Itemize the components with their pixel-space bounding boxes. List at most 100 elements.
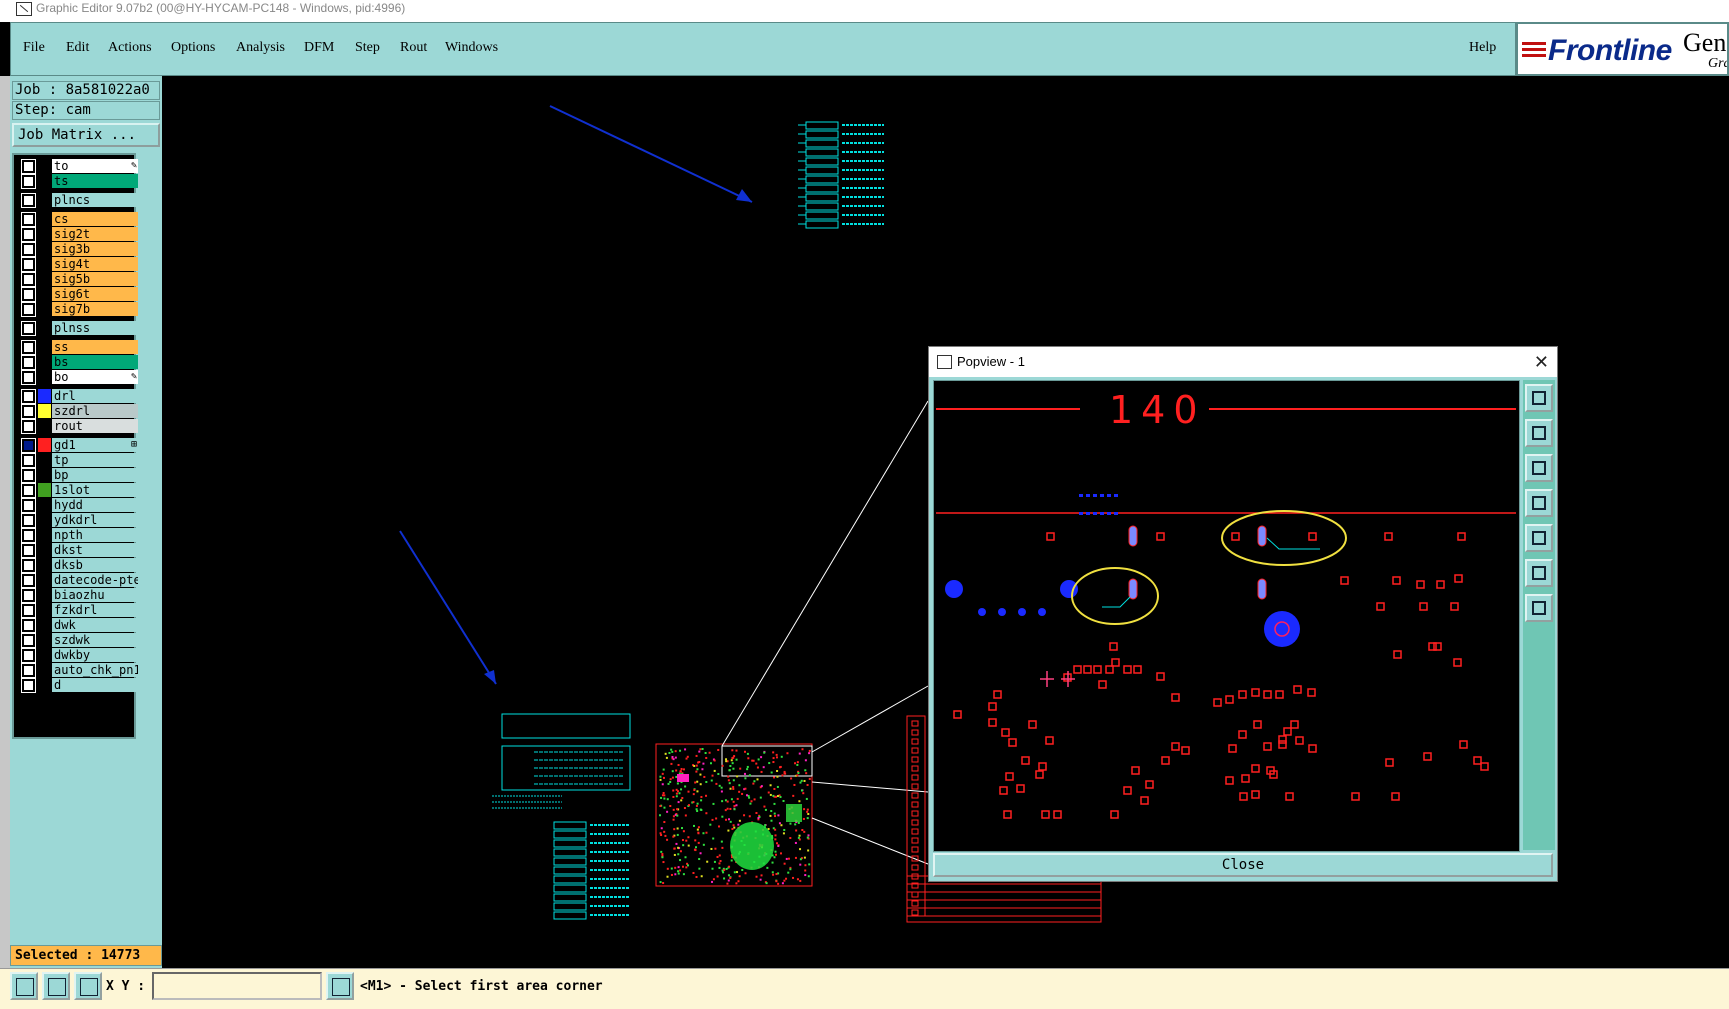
layer-checkbox[interactable] (22, 484, 35, 497)
layer-checkbox[interactable] (22, 228, 35, 241)
menu-file[interactable]: File (23, 40, 45, 56)
layer-row-sig5b[interactable]: sig5b (18, 272, 138, 287)
layer-name[interactable]: d (52, 678, 138, 692)
layer-name[interactable]: npth (52, 528, 138, 542)
layer-row-szdwk[interactable]: szdwk (18, 633, 138, 648)
layer-row-bo[interactable]: bo ✎ (18, 370, 138, 385)
measure-button[interactable] (10, 972, 38, 1000)
layer-name[interactable]: sig7b (52, 302, 138, 316)
layer-row-hydd[interactable]: hydd (18, 498, 138, 513)
layer-checkbox[interactable] (22, 604, 35, 617)
layer-name[interactable]: datecode-pte (52, 573, 138, 587)
pan-up-button[interactable] (1525, 419, 1553, 447)
layer-checkbox[interactable] (22, 439, 35, 452)
menu-edit[interactable]: Edit (66, 40, 89, 56)
layer-checkbox[interactable] (22, 529, 35, 542)
layer-name[interactable]: dwk (52, 618, 138, 632)
job-matrix-button[interactable]: Job Matrix ... (12, 123, 160, 147)
layer-name[interactable]: to ✎ (52, 159, 138, 173)
layer-row-sig6t[interactable]: sig6t (18, 287, 138, 302)
xy-apply-button[interactable] (326, 972, 354, 1000)
layer-name[interactable]: bo ✎ (52, 370, 138, 384)
menu-actions[interactable]: Actions (108, 40, 152, 56)
layer-checkbox[interactable] (22, 664, 35, 677)
layer-name[interactable]: hydd (52, 498, 138, 512)
layer-name[interactable]: dwkby (52, 648, 138, 662)
layer-row-sig2t[interactable]: sig2t (18, 227, 138, 242)
layer-row-1slot[interactable]: 1slot (18, 483, 138, 498)
zoom-window-button[interactable] (1525, 384, 1553, 412)
layer-checkbox[interactable] (22, 679, 35, 692)
layer-checkbox[interactable] (22, 499, 35, 512)
menu-options[interactable]: Options (171, 40, 215, 56)
layer-name[interactable]: bp (52, 468, 138, 482)
layer-name[interactable]: sig6t (52, 287, 138, 301)
layer-name[interactable]: ydkdrl (52, 513, 138, 527)
layer-checkbox[interactable] (22, 544, 35, 557)
layer-row-biaozhu[interactable]: biaozhu (18, 588, 138, 603)
layer-row-ss[interactable]: ss (18, 340, 138, 355)
layer-checkbox[interactable] (22, 273, 35, 286)
layer-checkbox[interactable] (22, 303, 35, 316)
layer-name[interactable]: bs (52, 355, 138, 369)
layer-name[interactable]: tp (52, 453, 138, 467)
layer-name[interactable]: plncs (52, 193, 138, 207)
layer-row-rout[interactable]: rout (18, 419, 138, 434)
layer-name[interactable]: sig5b (52, 272, 138, 286)
layer-row-dksb[interactable]: dksb (18, 558, 138, 573)
layer-name[interactable]: sig4t (52, 257, 138, 271)
layer-row-ydkdrl[interactable]: ydkdrl (18, 513, 138, 528)
layer-name[interactable]: sig3b (52, 242, 138, 256)
layer-checkbox[interactable] (22, 213, 35, 226)
layer-row-fzkdrl[interactable]: fzkdrl (18, 603, 138, 618)
menu-windows[interactable]: Windows (445, 40, 498, 56)
layer-row-szdrl[interactable]: szdrl (18, 404, 138, 419)
layer-checkbox[interactable] (22, 194, 35, 207)
zoom-home-button[interactable] (1525, 594, 1553, 622)
layer-checkbox[interactable] (22, 322, 35, 335)
layer-name[interactable]: biaozhu (52, 588, 138, 602)
menu-dfm[interactable]: DFM (304, 40, 334, 56)
layer-row-dwkby[interactable]: dwkby (18, 648, 138, 663)
layer-name[interactable]: drl (52, 389, 138, 403)
layer-row-d[interactable]: d (18, 678, 138, 693)
layer-name[interactable]: dksb (52, 558, 138, 572)
layer-checkbox[interactable] (22, 514, 35, 527)
layer-checkbox[interactable] (22, 390, 35, 403)
layer-checkbox[interactable] (22, 469, 35, 482)
layer-name[interactable]: sig2t (52, 227, 138, 241)
pan-left-button[interactable] (1525, 489, 1553, 517)
layer-row-sig3b[interactable]: sig3b (18, 242, 138, 257)
menu-help[interactable]: Help (1469, 40, 1496, 56)
layer-row-auto_chk_pn1[interactable]: auto_chk_pn1 (18, 663, 138, 678)
popview-viewport[interactable]: 140 (933, 380, 1520, 852)
layer-row-tp[interactable]: tp (18, 453, 138, 468)
layer-checkbox[interactable] (22, 356, 35, 369)
popview-close-button[interactable]: Close (933, 853, 1553, 877)
layer-checkbox[interactable] (22, 619, 35, 632)
layer-row-plncs[interactable]: plncs (18, 193, 138, 208)
layer-name[interactable]: fzkdrl (52, 603, 138, 617)
layer-name[interactable]: plnss (52, 321, 138, 335)
layer-row-datecode-pte[interactable]: datecode-pte (18, 573, 138, 588)
layer-name[interactable]: ts (52, 174, 138, 188)
layer-row-drl[interactable]: drl (18, 389, 138, 404)
pan-right-button[interactable] (1525, 524, 1553, 552)
layer-row-bs[interactable]: bs (18, 355, 138, 370)
layer-name[interactable]: rout (52, 419, 138, 433)
layer-name[interactable]: gd1 ⊞ (52, 438, 138, 452)
layer-row-plnss[interactable]: plnss (18, 321, 138, 336)
layer-name[interactable]: 1slot (52, 483, 138, 497)
layer-checkbox[interactable] (22, 454, 35, 467)
grid-button[interactable] (74, 972, 102, 1000)
layer-checkbox[interactable] (22, 341, 35, 354)
layer-checkbox[interactable] (22, 371, 35, 384)
layer-checkbox[interactable] (22, 559, 35, 572)
layer-row-dwk[interactable]: dwk (18, 618, 138, 633)
layer-row-gd1[interactable]: gd1 ⊞ (18, 438, 138, 453)
close-icon[interactable]: ✕ (1534, 347, 1549, 377)
layer-row-npth[interactable]: npth (18, 528, 138, 543)
layer-checkbox[interactable] (22, 405, 35, 418)
layer-checkbox[interactable] (22, 160, 35, 173)
zoom-fit-button[interactable] (1525, 559, 1553, 587)
